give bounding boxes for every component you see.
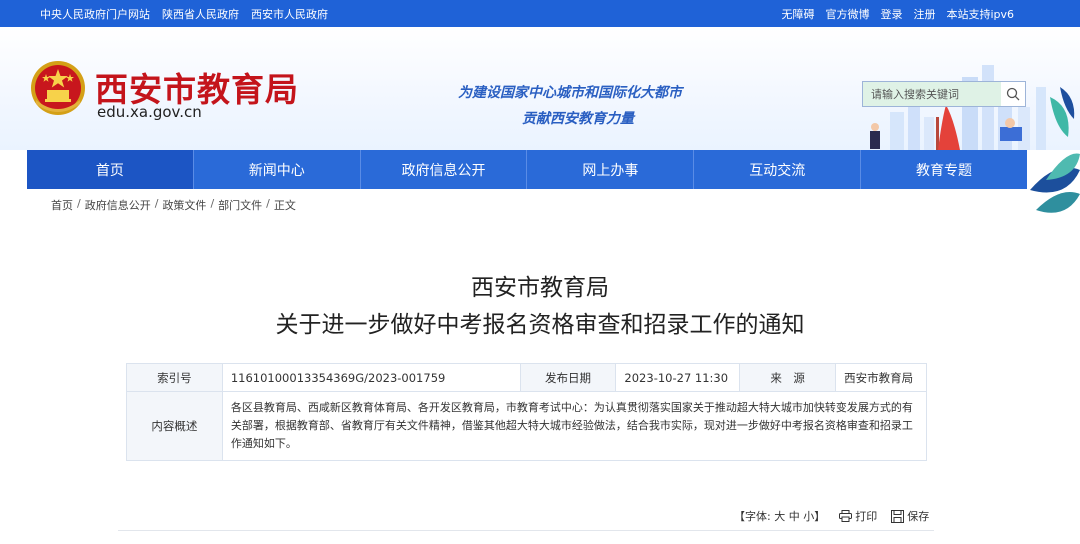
source-label: 来 源 [739,363,837,392]
article-tools: 【字体: 大 中 小】 打印 保存 [734,508,929,524]
font-size-suffix: 】 [814,510,826,523]
nav-home[interactable]: 首页 [27,150,194,189]
link-accessibility[interactable]: 无障碍 [781,6,814,22]
ipv6-support: 本站支持ipv6 [946,7,1014,21]
save-disk-icon [891,509,905,523]
printer-icon [839,510,853,522]
nav-interaction[interactable]: 互动交流 [694,150,862,189]
breadcrumb-separator: / [266,197,270,210]
slogan-line-2: 贡献西安教育力量 [522,111,634,127]
font-size-selector: 【字体: 大 中 小】 [734,508,825,524]
article-title-line-2: 关于进一步做好中考报名资格审查和招录工作的通知 [275,312,805,338]
slogan-line-1: 为建设国家中心城市和国际化大都市 [458,85,682,101]
summary-label: 内容概述 [126,391,223,461]
nav-gov-info[interactable]: 政府信息公开 [361,150,528,189]
breadcrumb-current: 正文 [273,199,296,212]
search-box [862,81,1026,107]
summary-value: 各区县教育局、西咸新区教育体育局、各开发区教育局，市教育考试中心：为认真贯彻落实… [221,391,928,461]
top-bar: 中央人民政府门户网站 陕西省人民政府 西安市人民政府 无障碍 官方微博 登录 注… [0,0,1080,27]
main-nav: 首页 新闻中心 政府信息公开 网上办事 互动交流 教育专题 [27,150,1027,189]
breadcrumb-home[interactable]: 首页 [51,197,73,213]
link-register[interactable]: 注册 [913,6,935,22]
source-value: 西安市教育局 [835,363,927,392]
link-central-gov[interactable]: 中央人民政府门户网站 [40,6,150,22]
publish-date-label: 发布日期 [519,363,617,392]
print-label: 打印 [855,510,878,523]
nav-education-topics[interactable]: 教育专题 [861,150,1027,189]
font-size-large[interactable]: 大 [774,510,785,523]
breadcrumb-separator: / [210,197,215,210]
site-domain: edu.xa.gov.cn [97,103,202,121]
link-login[interactable]: 登录 [880,6,902,22]
search-button[interactable] [1001,82,1025,106]
breadcrumb-dept-docs[interactable]: 部门文件 [218,197,262,213]
search-input[interactable] [863,82,1001,106]
link-official-weibo[interactable]: 官方微博 [825,6,869,22]
index-number-value: 11610100013354369G/2023-001759 [221,363,521,392]
print-button[interactable]: 打印 [839,508,877,524]
nav-news[interactable]: 新闻中心 [194,150,361,189]
content-divider [118,530,934,531]
font-size-prefix: 【字体: [734,510,771,523]
font-size-small[interactable]: 小 [803,510,814,523]
link-shaanxi-gov[interactable]: 陕西省人民政府 [162,6,239,22]
table-row: 内容概述 各区县教育局、西咸新区教育体育局、各开发区教育局，市教育考试中心：为认… [126,391,928,461]
site-header: 西安市教育局 edu.xa.gov.cn 为建设国家中心城市和国际化大都市 贡献… [0,27,1080,150]
font-size-medium[interactable]: 中 [789,510,800,523]
table-row: 索引号 11610100013354369G/2023-001759 发布日期 … [126,363,927,392]
breadcrumb-policy-docs[interactable]: 政策文件 [162,197,206,213]
leaf-decoration-icon [1030,153,1080,213]
index-number-label: 索引号 [126,363,223,392]
breadcrumb-separator: / [77,197,81,210]
link-xian-gov[interactable]: 西安市人民政府 [251,6,328,22]
top-bar-left-links: 中央人民政府门户网站 陕西省人民政府 西安市人民政府 [40,0,328,27]
breadcrumb: 首页 / 政府信息公开 / 政策文件 / 部门文件 / 正文 [51,197,296,213]
nav-online-service[interactable]: 网上办事 [527,150,695,189]
national-emblem-icon[interactable] [30,60,86,116]
breadcrumb-separator: / [154,197,159,210]
document-meta-table: 索引号 11610100013354369G/2023-001759 发布日期 … [126,363,928,461]
save-label: 保存 [907,510,930,523]
save-button[interactable]: 保存 [891,508,929,524]
top-bar-right-links: 无障碍 官方微博 登录 注册 本站支持ipv6 [781,0,1014,27]
breadcrumb-gov-info[interactable]: 政府信息公开 [85,197,151,213]
search-icon [1006,87,1020,101]
publish-date-value: 2023-10-27 11:30 [615,363,741,392]
article-title-line-1: 西安市教育局 [471,275,609,301]
